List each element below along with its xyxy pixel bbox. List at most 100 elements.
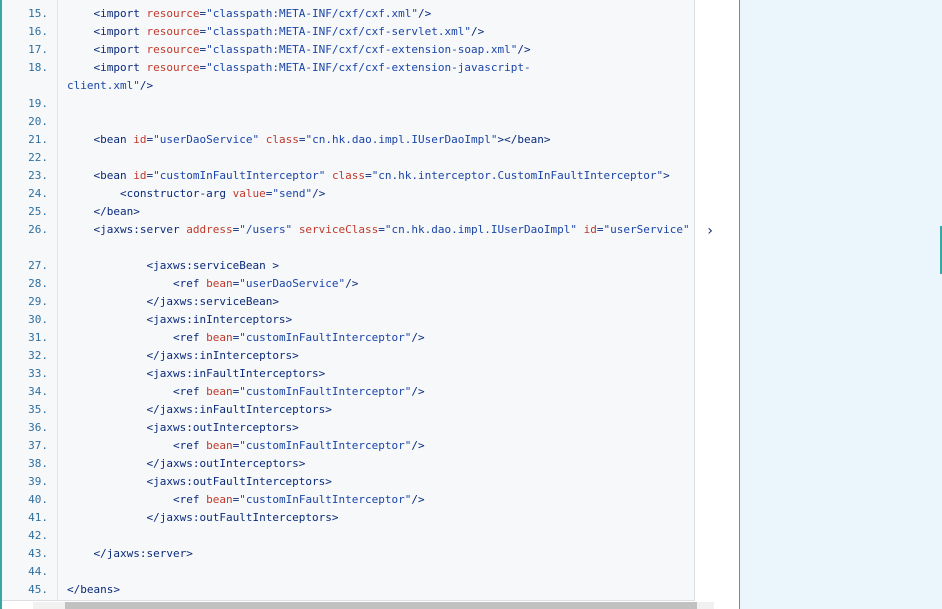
code-token-tag: /> <box>471 25 485 38</box>
code-text: <jaxws:inInterceptors> <box>67 311 292 329</box>
code-token-tag: <bean <box>93 169 134 182</box>
line-number: 36. <box>28 421 48 434</box>
code-token-attr: bean <box>206 331 233 344</box>
code-token-tag: </jaxws:serviceBean> <box>146 295 279 308</box>
code-token-str: "customInFaultInterceptor" <box>239 331 412 344</box>
line-number: 42. <box>28 529 48 542</box>
line-number: 22. <box>28 151 48 164</box>
code-line: 39. <jaxws:outFaultInterceptors> <box>2 473 694 491</box>
code-token-str: "userDaoService" <box>153 133 260 146</box>
code-line: 41. </jaxws:outFaultInterceptors> <box>2 509 694 527</box>
code-token-str: "userDaoService" <box>239 277 346 290</box>
code-token-tag: <jaxws:serviceBean > <box>146 259 279 272</box>
code-token-tag: <jaxws:outInterceptors> <box>146 421 299 434</box>
code-token-tag: /> <box>411 439 425 452</box>
code-line: client.xml"/> <box>2 77 694 95</box>
code-token-tag: <import <box>93 43 147 56</box>
code-token-tag: </jaxws:outInterceptors> <box>146 457 306 470</box>
code-line: 22. <box>2 149 694 167</box>
code-line: 29. </jaxws:serviceBean> <box>2 293 694 311</box>
code-token-tag: <ref <box>172 439 207 452</box>
code-token-attr: id <box>583 223 597 236</box>
code-lines: 15. <import resource="classpath:META-INF… <box>2 5 694 599</box>
code-line: 25. </bean> <box>2 203 694 221</box>
code-token-tag: <import <box>93 61 147 74</box>
code-token-attr: resource <box>146 25 200 38</box>
horizontal-scrollbar[interactable] <box>33 602 714 609</box>
line-number: 25. <box>28 205 48 218</box>
code-text: <jaxws:outInterceptors> <box>67 419 299 437</box>
code-line: 21. <bean id="userDaoService" class="cn.… <box>2 131 694 149</box>
line-number: 18. <box>28 61 48 74</box>
code-text: </jaxws:server> <box>67 545 193 563</box>
code-text: </jaxws:inInterceptors> <box>67 347 298 365</box>
code-text: <bean id = "customInFaultInterceptor" clas… <box>67 167 670 185</box>
code-token-attr: bean <box>206 385 233 398</box>
code-token-tag: /> <box>411 493 425 506</box>
code-line: 27. <jaxws:serviceBean > <box>2 257 694 275</box>
code-token-attr: resource <box>146 43 200 56</box>
code-token-tag: <import <box>93 7 147 20</box>
code-text: <jaxws:serviceBean > <box>67 257 279 275</box>
code-text: </bean> <box>67 203 140 221</box>
code-token-tag: <constructor-arg <box>119 187 233 200</box>
code-token-tag: </jaxws:inFaultInterceptors> <box>146 403 332 416</box>
code-token-str: "userService" <box>603 223 690 236</box>
code-token-str: "customInFaultInterceptor" <box>239 439 412 452</box>
line-number: 32. <box>28 349 48 362</box>
code-token-tag: <jaxws:outFaultInterceptors> <box>146 475 332 488</box>
code-line: 43. </jaxws:server> <box>2 545 694 563</box>
code-text: <import resource="classpath:META-INF/cxf… <box>67 5 432 23</box>
code-text: <ref bean="customInFaultInterceptor"/> <box>67 383 425 401</box>
code-text: <bean id="userDaoService" class="cn.hk.d… <box>67 131 551 149</box>
code-line: 40. <ref bean="customInFaultInterceptor"… <box>2 491 694 509</box>
line-number: 16. <box>28 25 48 38</box>
code-token-str: "classpath:META-INF/cxf/cxf-extension-ja… <box>206 61 531 74</box>
code-token-tag: <ref <box>172 277 207 290</box>
line-number: 41. <box>28 511 48 524</box>
code-text: <jaxws:inFaultInterceptors> <box>67 365 325 383</box>
code-token-str: client.xml" <box>67 79 140 92</box>
code-text: <jaxws:server address = "/users" serviceCl… <box>67 221 690 239</box>
code-token-txt: = <box>378 223 385 236</box>
code-token-str: "classpath:META-INF/cxf/cxf-servlet.xml" <box>206 25 471 38</box>
code-line: 38. </jaxws:outInterceptors> <box>2 455 694 473</box>
code-token-tag: </jaxws:server> <box>93 547 193 560</box>
code-line: 31. <ref bean="customInFaultInterceptor"… <box>2 329 694 347</box>
line-number: 40. <box>28 493 48 506</box>
chevron-right-icon[interactable]: › <box>703 222 717 240</box>
code-token-attr: id <box>133 169 147 182</box>
horizontal-scrollbar-thumb[interactable] <box>65 602 697 609</box>
code-token-attr: class <box>331 169 366 182</box>
line-number: 30. <box>28 313 48 326</box>
code-text: <ref bean="customInFaultInterceptor"/> <box>67 437 425 455</box>
line-number: 43. <box>28 547 48 560</box>
code-token-str: "customInFaultInterceptor" <box>239 385 412 398</box>
code-line: 15. <import resource="classpath:META-INF… <box>2 5 694 23</box>
code-line: 30. <jaxws:inInterceptors> <box>2 311 694 329</box>
code-token-txt: = <box>365 169 372 182</box>
code-line: 18. <import resource="classpath:META-INF… <box>2 59 694 77</box>
code-token-attr: bean <box>206 439 233 452</box>
code-line: 35. </jaxws:inFaultInterceptors> <box>2 401 694 419</box>
code-text: <import resource="classpath:META-INF/cxf… <box>67 23 485 41</box>
code-token-tag: > <box>663 169 670 182</box>
line-number: 35. <box>28 403 48 416</box>
code-text: <jaxws:outFaultInterceptors> <box>67 473 332 491</box>
